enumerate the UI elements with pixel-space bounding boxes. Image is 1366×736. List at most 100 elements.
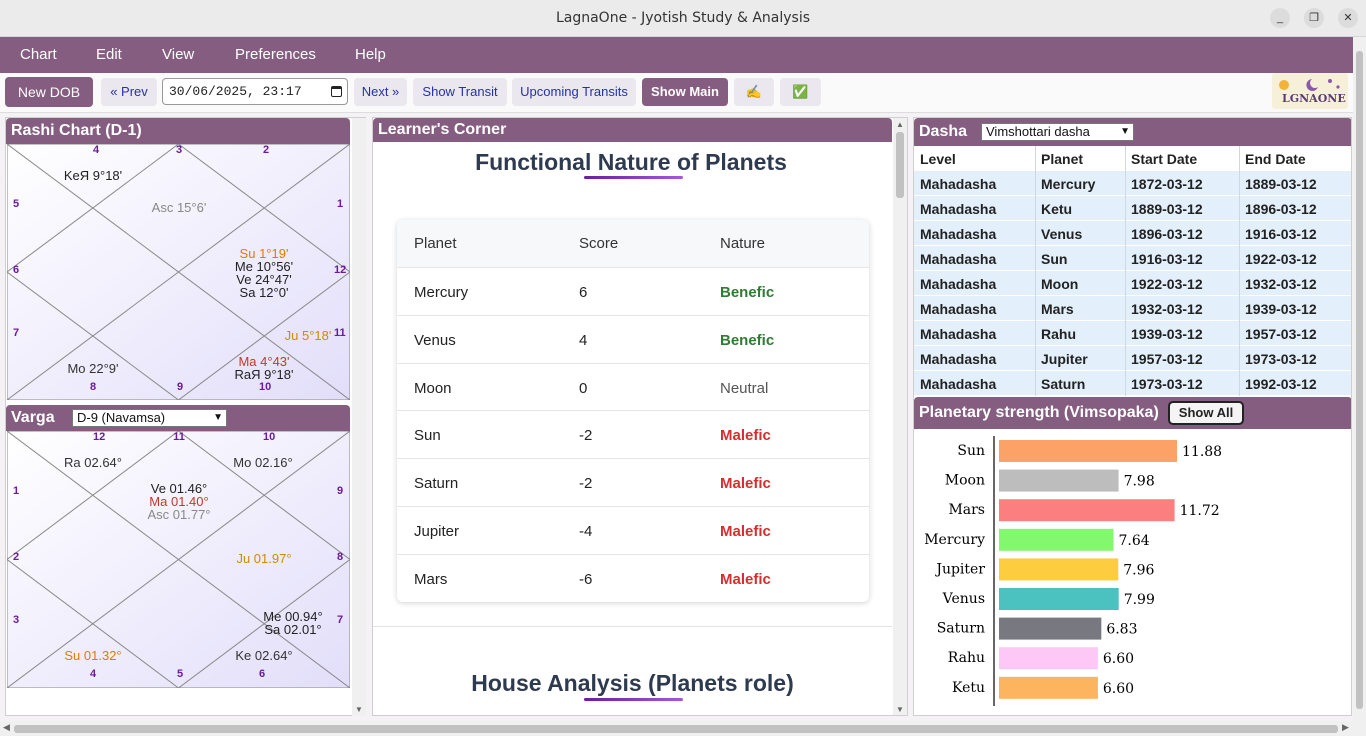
planet-cell: Saturn: [414, 475, 459, 493]
next-button[interactable]: Next »: [354, 78, 407, 106]
datetime-input[interactable]: 30/06/2025, 23:17: [162, 78, 348, 105]
bar-ketu: [999, 676, 1098, 699]
bar-value-label: 7.99: [1124, 592, 1155, 608]
house-number: 6: [13, 264, 20, 276]
upcoming-transits-button[interactable]: Upcoming Transits: [512, 78, 636, 106]
scroll-down-icon[interactable]: ▼: [355, 705, 363, 714]
varga-select[interactable]: D-9 (Navamsa) ▼: [72, 409, 227, 427]
dasha-header-row: Level Planet Start Date End Date: [914, 146, 1351, 171]
planet-label: Ra 02.64°: [64, 455, 122, 470]
house-number: 1: [337, 198, 344, 210]
scroll-left-icon[interactable]: ◀: [3, 722, 10, 733]
column-divider: [1125, 146, 1126, 396]
planet-label: RaЯ 9°18': [234, 367, 294, 382]
bar-value-label: 6.83: [1106, 622, 1137, 638]
dasha-row[interactable]: Mahadasha Moon 1922-03-12 1932-03-12: [914, 271, 1351, 296]
planet-label: Ju 5°18': [284, 328, 332, 343]
bar-category-label: Mars: [948, 502, 985, 518]
menu-chart[interactable]: Chart: [20, 46, 57, 63]
show-all-button[interactable]: Show All: [1168, 401, 1244, 425]
scroll-up-icon[interactable]: ▲: [896, 120, 904, 129]
planet-label: Mo 02.16°: [233, 455, 293, 470]
dasha-row[interactable]: Mahadasha Jupiter 1957-03-12 1973-03-12: [914, 346, 1351, 371]
new-dob-button[interactable]: New DOB: [5, 77, 93, 107]
dasha-cell: 1922-03-12: [1245, 251, 1317, 267]
planet-cell: Moon: [414, 379, 452, 397]
menu-bar: Chart Edit View Preferences Help: [0, 37, 1366, 73]
planet-label: Ju 01.97°: [236, 551, 292, 566]
dasha-row[interactable]: Mahadasha Mercury 1872-03-12 1889-03-12: [914, 171, 1351, 196]
planet-label: KeЯ 9°18': [63, 168, 123, 183]
learners-corner-panel: Learner's Corner Functional Nature of Pl…: [372, 117, 908, 716]
window-scrollbar[interactable]: [1353, 37, 1366, 721]
menu-edit[interactable]: Edit: [96, 46, 122, 63]
middle-scrollbar[interactable]: ▲ ▼: [893, 118, 907, 715]
dasha-row[interactable]: Mahadasha Sun 1916-03-12 1922-03-12: [914, 246, 1351, 271]
scroll-right-icon[interactable]: ▶: [1342, 722, 1349, 733]
menu-view[interactable]: View: [162, 46, 194, 63]
varga-labels: 12 11 10 1 9 2 8 3 7 4 5 6 Ra 02.64° Mo 02.16° Ve 01.4…: [7, 431, 350, 688]
house-number: 6: [259, 668, 266, 680]
minimize-icon[interactable]: _: [1270, 8, 1290, 28]
toolbar: New DOB « Prev 30/06/2025, 23:17 Next » …: [0, 73, 1366, 113]
house-number: 5: [13, 198, 20, 210]
dasha-row[interactable]: Mahadasha Venus 1896-03-12 1916-03-12: [914, 221, 1351, 246]
score-cell: -2: [579, 427, 593, 445]
dasha-cell: Mahadasha: [920, 326, 997, 342]
bar-mars: [999, 499, 1175, 522]
table-row: Saturn -2 Malefic: [397, 458, 869, 506]
scroll-thumb[interactable]: [896, 132, 904, 198]
scroll-down-icon[interactable]: ▼: [896, 705, 904, 714]
dasha-cell: 1939-03-12: [1131, 326, 1203, 342]
house-number: 3: [175, 144, 183, 156]
nature-cell: Malefic: [720, 475, 771, 493]
horizontal-scrollbar[interactable]: ◀ ▶: [0, 721, 1366, 736]
prev-button[interactable]: « Prev: [101, 78, 157, 106]
dasha-row[interactable]: Mahadasha Ketu 1889-03-12 1896-03-12: [914, 196, 1351, 221]
dasha-cell: 1896-03-12: [1245, 201, 1317, 217]
house-number: 5: [177, 668, 184, 680]
dasha-title: Dasha: [919, 123, 968, 140]
menu-help[interactable]: Help: [355, 46, 386, 63]
table-row: Mars -6 Malefic: [397, 553, 869, 602]
dasha-cell: Ketu: [1041, 201, 1073, 217]
score-cell: 0: [579, 379, 588, 397]
score-cell: -6: [579, 570, 593, 588]
dasha-cell: Planet: [1041, 151, 1084, 167]
dasha-row[interactable]: Mahadasha Saturn 1973-03-12 1992-03-12: [914, 371, 1351, 396]
bar-category-label: Moon: [945, 473, 985, 489]
dasha-cell: Mahadasha: [920, 226, 997, 242]
pen-icon[interactable]: ✍: [734, 78, 774, 106]
house-number: 12: [93, 431, 106, 443]
show-transit-button[interactable]: Show Transit: [413, 78, 507, 106]
section-divider: [373, 626, 892, 627]
col-nature: Nature: [720, 235, 766, 252]
maximize-icon[interactable]: ❐: [1304, 8, 1324, 28]
dasha-cell: 1916-03-12: [1131, 251, 1203, 267]
dasha-select[interactable]: Vimshottari dasha ▼: [981, 123, 1134, 141]
menu-preferences[interactable]: Preferences: [235, 46, 316, 63]
house-number: 2: [13, 551, 20, 563]
score-cell: -4: [579, 523, 593, 540]
dasha-cell: 1932-03-12: [1131, 301, 1203, 317]
learners-corner-title: Learner's Corner: [373, 118, 892, 142]
bar-category-label: Mercury: [924, 532, 985, 548]
dasha-cell: Jupiter: [1041, 351, 1088, 367]
close-icon[interactable]: ✕: [1338, 8, 1358, 28]
show-main-button[interactable]: Show Main: [642, 78, 728, 106]
calendar-icon[interactable]: [331, 86, 342, 97]
dasha-row[interactable]: Mahadasha Mars 1932-03-12 1939-03-12: [914, 296, 1351, 321]
window-scroll-thumb[interactable]: [1356, 51, 1363, 709]
dasha-cell: Mercury: [1041, 176, 1096, 192]
dasha-cell: Mahadasha: [920, 276, 997, 292]
functional-nature-table: Planet Score Nature Mercury 6 Benefic Venus…: [397, 220, 869, 602]
horizontal-scroll-thumb[interactable]: [14, 725, 1338, 733]
column-divider: [1239, 146, 1240, 396]
bar-value-label: 6.60: [1103, 681, 1134, 697]
left-scrollbar[interactable]: ▼: [352, 118, 366, 716]
dasha-cell: 1872-03-12: [1131, 176, 1203, 192]
dasha-cell: Rahu: [1041, 326, 1076, 342]
dasha-row[interactable]: Mahadasha Rahu 1939-03-12 1957-03-12: [914, 321, 1351, 346]
dasha-cell: Mahadasha: [920, 201, 997, 217]
check-icon[interactable]: ✅: [780, 78, 821, 106]
